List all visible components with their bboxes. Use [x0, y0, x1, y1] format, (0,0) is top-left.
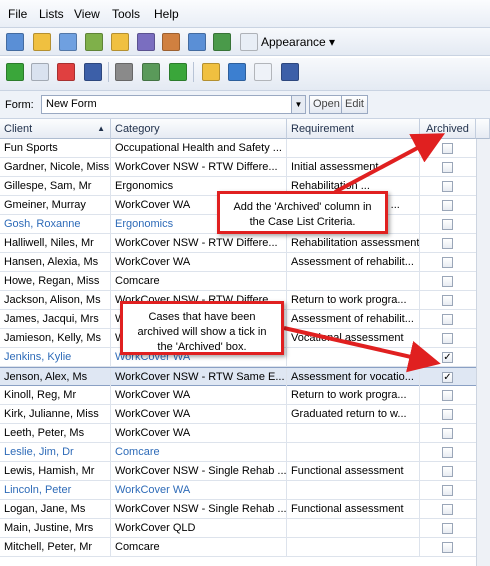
- arrow-to-archived-tick: [283, 326, 441, 373]
- callout-archived-column: Add the 'Archived' column in the Case Li…: [217, 191, 388, 234]
- annotation-arrows: [283, 133, 446, 373]
- arrow-to-archived-header: [334, 133, 446, 194]
- callout-archived-tick: Cases that have been archived will show …: [120, 301, 284, 355]
